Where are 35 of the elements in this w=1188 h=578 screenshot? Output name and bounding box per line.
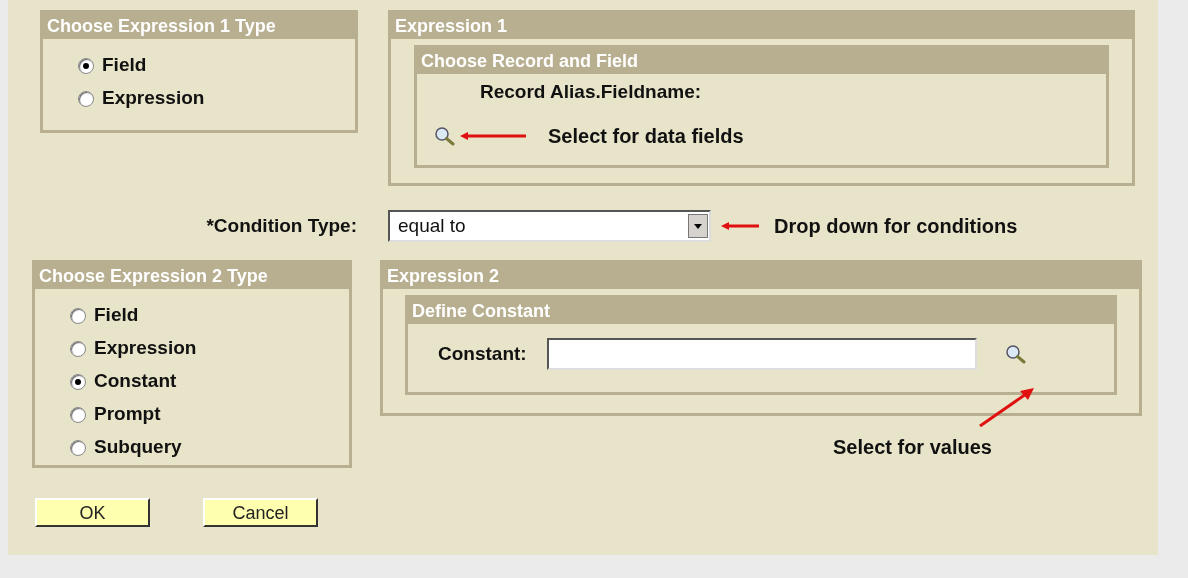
radio-option[interactable]: Field	[70, 299, 349, 332]
radio-button[interactable]	[70, 307, 86, 324]
constant-input[interactable]	[546, 338, 977, 370]
annotation-text: Select for data fields	[548, 123, 744, 149]
field-label: Record Alias.Fieldname:	[480, 80, 703, 104]
radio-button[interactable]	[70, 439, 86, 456]
radio-option[interactable]: Expression	[70, 332, 349, 365]
field-label: Constant:	[438, 341, 527, 366]
arrow-icon	[721, 221, 759, 231]
condition-dropdown[interactable]: equal to	[388, 210, 711, 242]
group-header: Choose Expression 1 Type	[43, 13, 355, 39]
dialog-button[interactable]: Cancel	[203, 498, 318, 527]
group-header: Define Constant	[408, 298, 1114, 324]
radio-option[interactable]: Constant	[70, 365, 349, 398]
radio-button[interactable]	[78, 90, 94, 107]
arrow-icon	[460, 130, 526, 141]
group-header: Choose Record and Field	[417, 48, 1106, 74]
radio-button[interactable]	[70, 406, 86, 423]
radio-option[interactable]: Field	[78, 49, 355, 82]
radio-option[interactable]: Expression	[78, 82, 355, 115]
dialog-button[interactable]: OK	[35, 498, 150, 527]
annotation-text: Select for values	[833, 435, 992, 460]
radio-button[interactable]	[78, 57, 94, 74]
group-header: Expression 1	[391, 13, 1132, 39]
radio-option[interactable]: Prompt	[70, 398, 349, 431]
radio-option[interactable]: Subquery	[70, 431, 349, 464]
group-header: Expression 2	[383, 263, 1139, 289]
radio-button[interactable]	[70, 340, 86, 357]
field-label: *Condition Type:	[205, 213, 357, 238]
group-header: Choose Expression 2 Type	[35, 263, 349, 289]
search-icon[interactable]	[434, 125, 456, 146]
annotation-text: Drop down for conditions	[774, 214, 1018, 239]
arrow-icon	[978, 386, 1036, 428]
radio-button[interactable]	[70, 373, 86, 390]
search-icon[interactable]	[1004, 344, 1027, 364]
